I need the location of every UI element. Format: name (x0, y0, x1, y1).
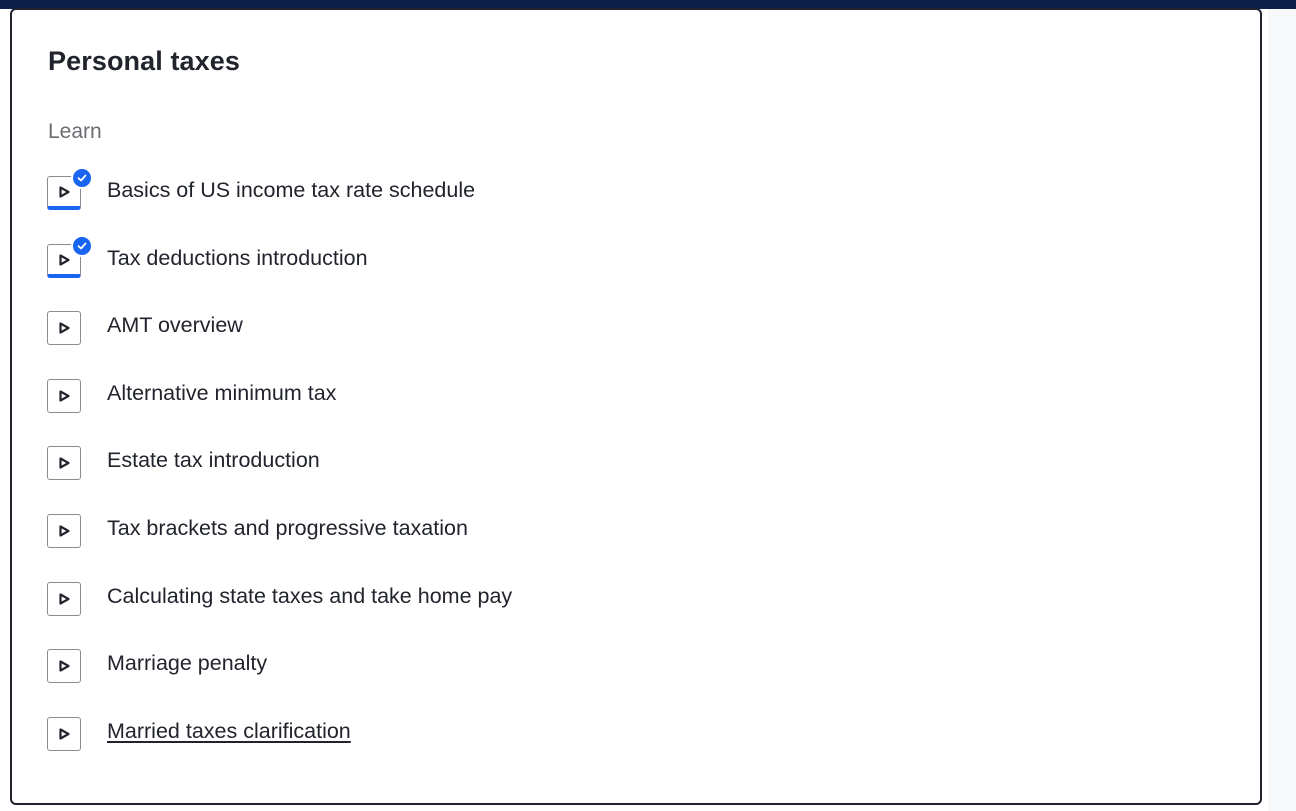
video-play-icon (47, 167, 93, 210)
checkmark-badge-icon (71, 234, 93, 257)
card-title: Personal taxes (48, 46, 241, 76)
video-play-icon (47, 311, 81, 346)
video-play-icon (47, 378, 81, 413)
content-item-link[interactable]: AMT overview (107, 313, 243, 338)
video-play-icon (47, 581, 81, 616)
content-item-link[interactable]: Tax brackets and progressive taxation (107, 516, 468, 541)
video-play-icon (47, 446, 81, 481)
content-item-link[interactable]: Calculating state taxes and take home pa… (107, 584, 512, 609)
content-item-link[interactable]: Marriage penalty (107, 651, 267, 676)
content-item-link[interactable]: Alternative minimum tax (107, 381, 336, 406)
video-play-icon (47, 716, 81, 751)
content-item-link[interactable]: Married taxes clarification (107, 719, 351, 744)
section-label-learn: Learn (48, 120, 102, 143)
content-item-link[interactable]: Estate tax introduction (107, 448, 320, 473)
content-item-link[interactable]: Tax deductions introduction (107, 246, 368, 271)
video-play-icon (47, 649, 81, 684)
video-play-icon (47, 234, 93, 278)
video-play-icon (47, 513, 81, 548)
unit-card: Personal taxes Learn Basics of US income… (10, 8, 1262, 805)
checkmark-badge-icon (71, 167, 93, 189)
content-item-link[interactable]: Basics of US income tax rate schedule (107, 178, 475, 203)
